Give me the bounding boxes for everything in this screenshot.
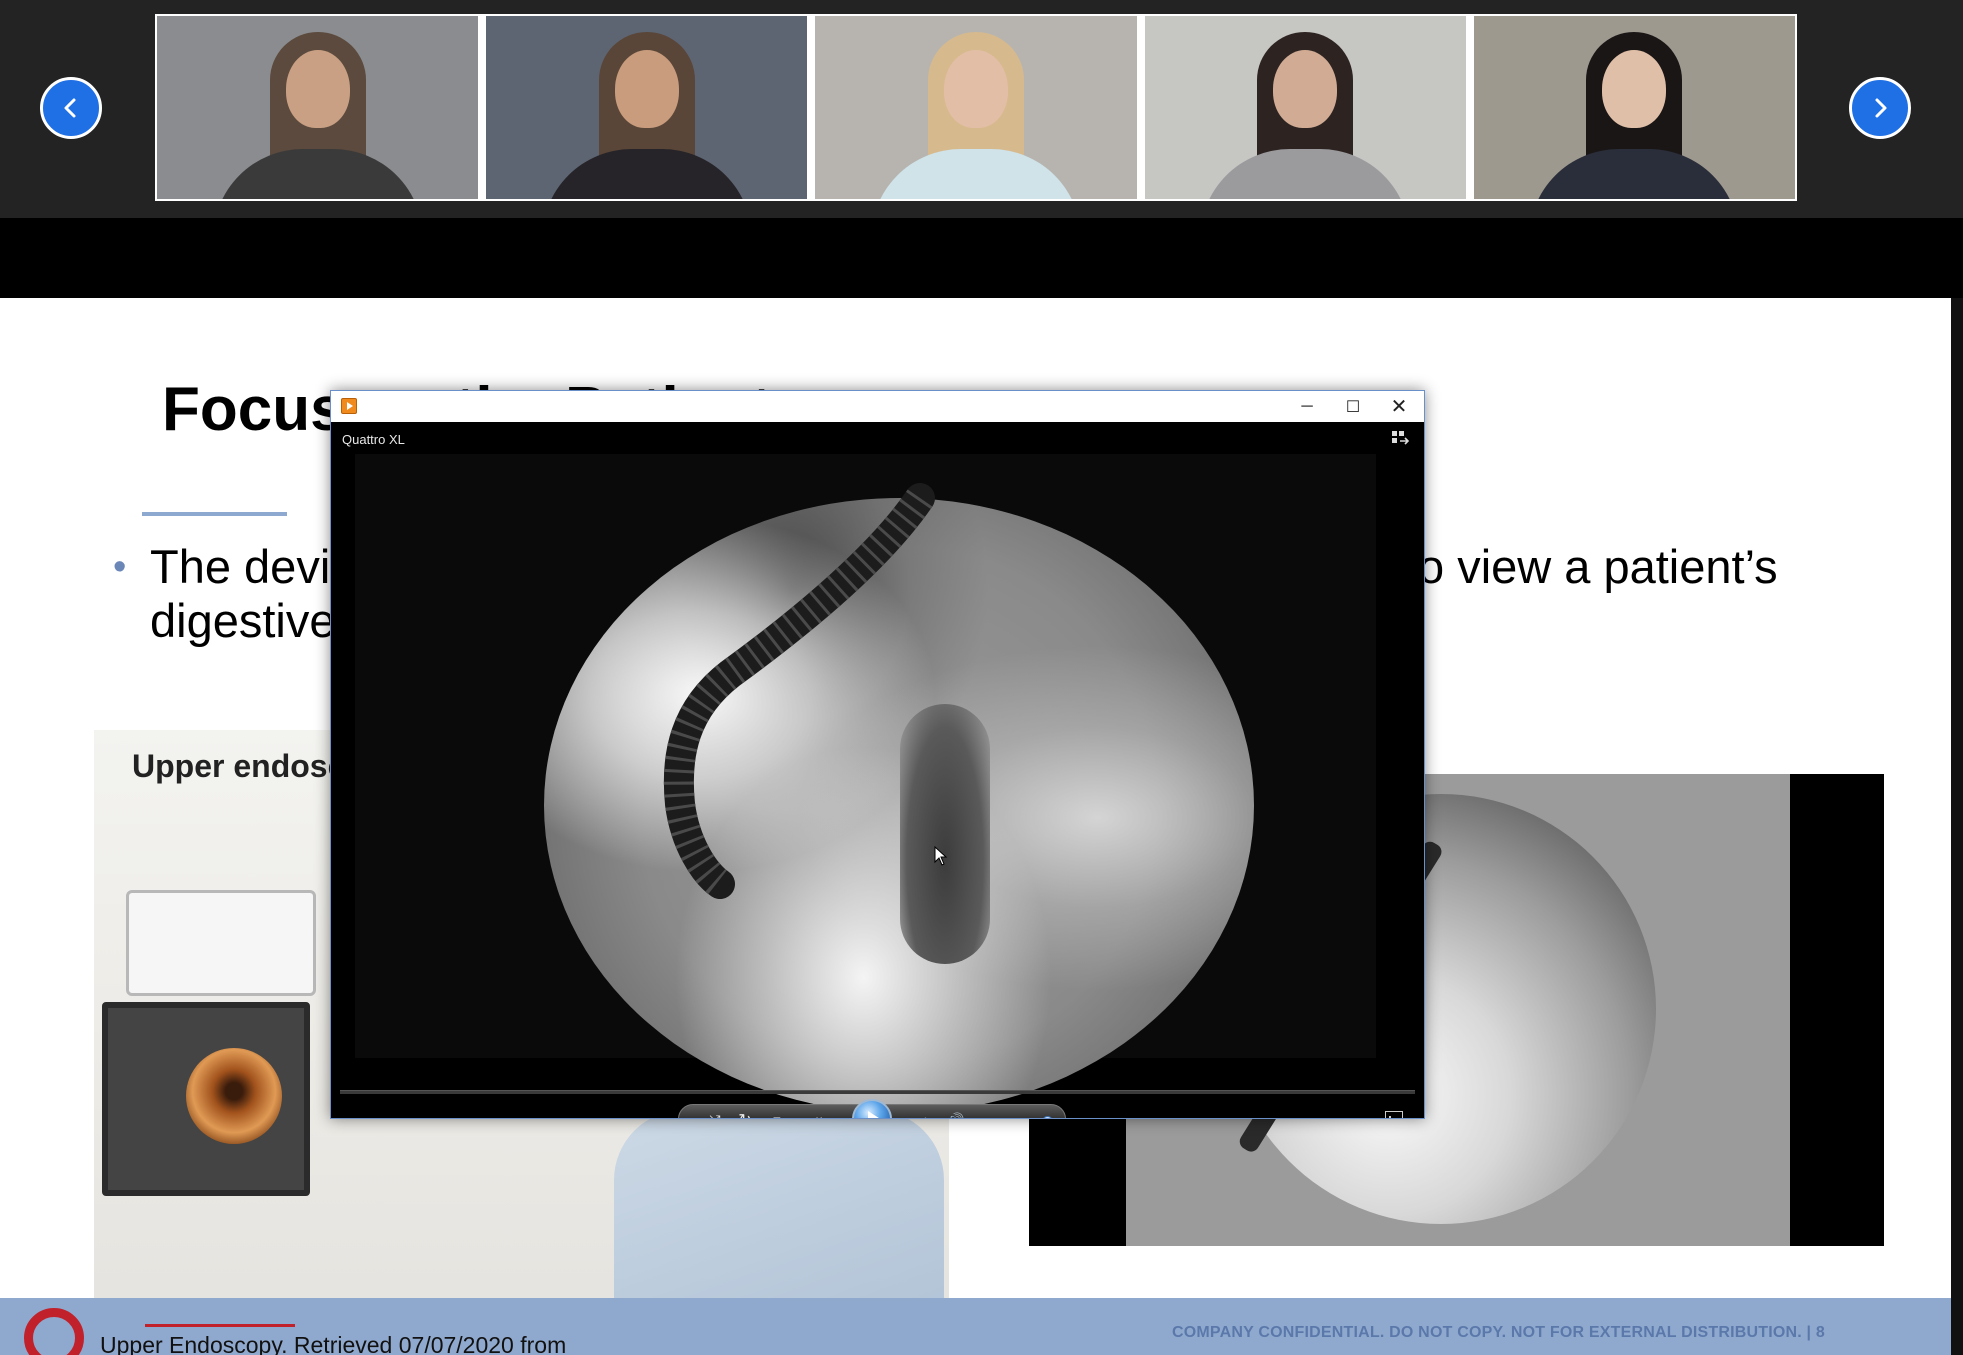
endoscope-in-video [663, 483, 935, 899]
video-viewport[interactable]: Quattro XL ⤮ ↻ ■ ⏮ ⏭ 🔊 [331, 422, 1424, 1118]
participant-shoulders [212, 149, 423, 199]
shuffle-button[interactable]: ⤮ [701, 1105, 729, 1119]
volume-slider-thumb[interactable] [1041, 1116, 1053, 1118]
next-page-button[interactable] [1849, 77, 1911, 139]
close-button[interactable]: ✕ [1376, 391, 1422, 422]
participant-face [944, 50, 1008, 128]
window-edge [1951, 298, 1963, 1355]
footer-accent-line [145, 1324, 295, 1327]
endoscope-view [186, 1048, 282, 1144]
bullet-dot: • [113, 546, 127, 588]
participant-face [1602, 50, 1667, 128]
company-logo [24, 1308, 84, 1355]
footer-reference: Upper Endoscopy. Retrieved 07/07/2020 fr… [100, 1332, 567, 1355]
minimize-button[interactable]: ─ [1284, 391, 1330, 422]
participant-shoulders [1529, 149, 1740, 199]
participant-shoulders [1200, 149, 1411, 199]
bullet-text-line1-left: The devi [150, 540, 331, 593]
endoscopy-monitor [102, 1002, 310, 1196]
playback-controls: ⤮ ↻ ■ ⏮ ⏭ 🔊 [678, 1099, 1066, 1119]
maximize-button[interactable]: ☐ [1330, 391, 1376, 422]
stop-button[interactable]: ■ [763, 1105, 791, 1118]
participant-video-tile[interactable] [1144, 16, 1466, 199]
participant-shoulders [541, 149, 752, 199]
switch-to-library-button[interactable] [1385, 1111, 1403, 1118]
previous-page-button[interactable] [40, 77, 102, 139]
participant-face [1273, 50, 1338, 128]
title-underline [142, 512, 287, 516]
participant-video-tile[interactable] [1473, 16, 1796, 199]
next-button[interactable]: ⏭ [903, 1105, 937, 1119]
mute-button[interactable]: 🔊 [941, 1105, 971, 1119]
seek-bar[interactable] [340, 1090, 1415, 1094]
video-frame [355, 454, 1376, 1113]
participant-video-tile[interactable] [486, 16, 808, 199]
endoscopy-console [126, 890, 316, 996]
switch-layout-icon[interactable] [1391, 430, 1409, 446]
participant-video-tile[interactable] [157, 16, 479, 199]
mouse-cursor-icon [934, 846, 948, 866]
media-player-icon [341, 398, 357, 414]
chevron-left-icon [64, 98, 76, 118]
participant-shoulders [871, 149, 1081, 199]
share-header-bar [0, 218, 1963, 298]
participant-gallery [155, 14, 1797, 201]
participant-face [285, 50, 350, 128]
media-player-window[interactable]: ─ ☐ ✕ Quattro XL ⤮ ↻ ■ ⏮ [330, 390, 1425, 1119]
previous-button[interactable]: ⏮ [799, 1105, 833, 1119]
participant-strip [0, 0, 1963, 218]
bullet-text-line2: digestive [150, 594, 336, 647]
participant-face [614, 50, 679, 128]
repeat-button[interactable]: ↻ [731, 1105, 759, 1118]
footer-confidential-notice: COMPANY CONFIDENTIAL. DO NOT COPY. NOT F… [1172, 1324, 1825, 1341]
chevron-right-icon [1875, 98, 1887, 118]
slide-footer: Upper Endoscopy. Retrieved 07/07/2020 fr… [0, 1298, 1951, 1355]
video-title: Quattro XL [342, 432, 405, 447]
bullet-text-line1-right: o view a patient’s [1418, 540, 1778, 593]
participant-video-tile[interactable] [815, 16, 1137, 199]
player-title-bar[interactable]: ─ ☐ ✕ [331, 391, 1424, 422]
